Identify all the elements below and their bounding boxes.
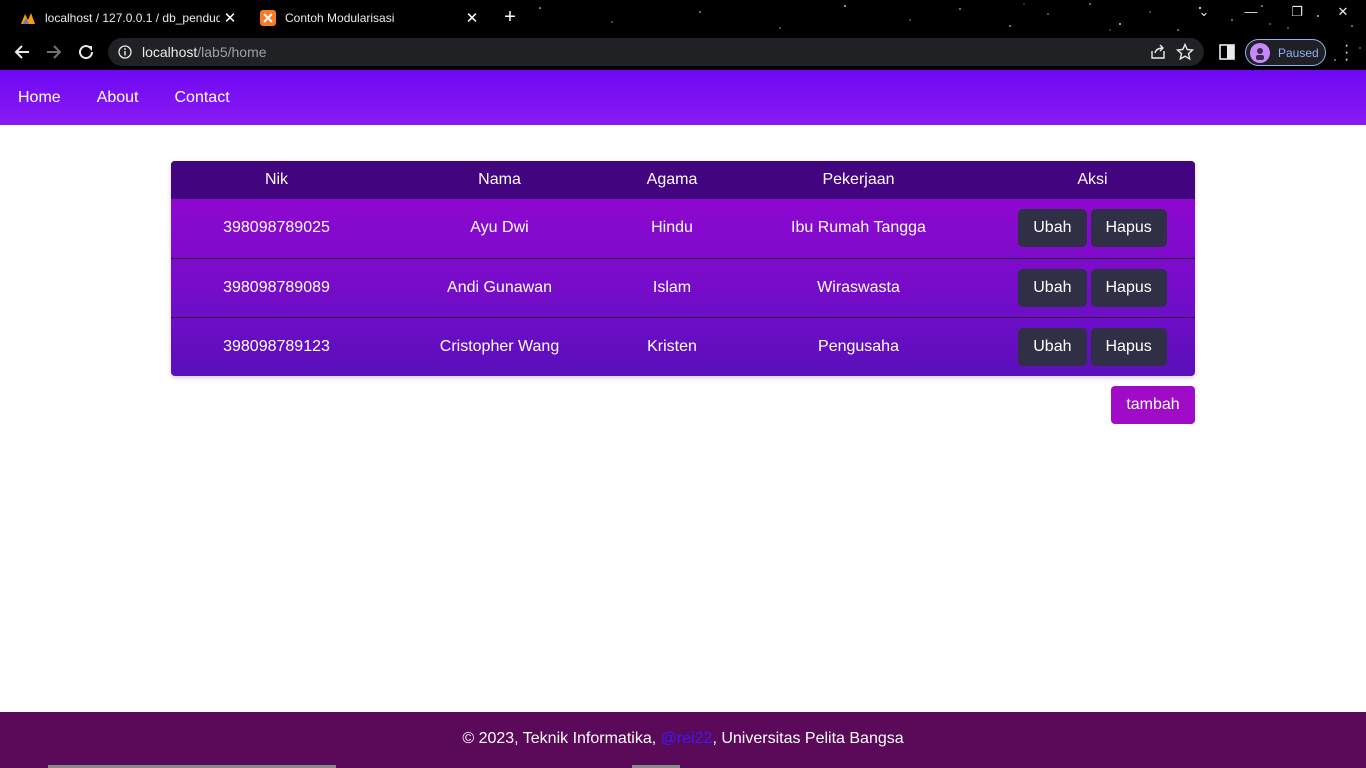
ubah-button[interactable]: Ubah <box>1018 268 1087 307</box>
nav-link-home[interactable]: Home <box>18 89 61 107</box>
ubah-button[interactable]: Ubah <box>1018 209 1087 248</box>
side-panel-icon[interactable] <box>1219 44 1235 60</box>
profile-button[interactable]: Paused <box>1245 39 1326 66</box>
hapus-button[interactable]: Hapus <box>1090 209 1167 248</box>
phpmyadmin-icon <box>21 13 35 24</box>
ubah-button[interactable]: Ubah <box>1018 327 1087 366</box>
browser-chrome: localhost / 127.0.0.1 / db_penduduk ✕ Co… <box>0 0 1366 70</box>
reload-icon[interactable] <box>74 40 98 64</box>
cell-aksi: Ubah Hapus <box>990 199 1195 258</box>
footer: © 2023, Teknik Informatika, @rei22, Univ… <box>0 712 1366 768</box>
cell-nik: 398098789025 <box>223 219 330 237</box>
cell-pekerjaan: Ibu Rumah Tangga <box>791 219 926 237</box>
column-header-aksi: Aksi <box>1077 171 1108 188</box>
hapus-button[interactable]: Hapus <box>1090 268 1167 307</box>
browser-menu-icon[interactable]: · · · <box>1344 38 1350 68</box>
tab-phpmyadmin[interactable]: localhost / 127.0.0.1 / db_penduduk ✕ <box>12 4 242 32</box>
window-close-icon[interactable]: ✕ <box>1331 4 1355 20</box>
table-row: 398098789025 Ayu Dwi Hindu Ibu Rumah Tan… <box>171 199 1195 258</box>
site-info-icon[interactable] <box>118 45 132 59</box>
hapus-button[interactable]: Hapus <box>1090 327 1167 366</box>
footer-handle: @rei22 <box>660 730 713 747</box>
minimize-icon[interactable]: — <box>1239 4 1263 19</box>
table-row: 398098789089 Andi Gunawan Islam Wiraswas… <box>171 258 1195 317</box>
column-header-nik: Nik <box>264 171 289 188</box>
forward-arrow-icon[interactable] <box>42 40 66 64</box>
cell-agama: Islam <box>652 278 692 296</box>
tab-title: Contoh Modularisasi <box>285 11 395 25</box>
tab-contoh-modularisasi[interactable]: Contoh Modularisasi ✕ <box>252 4 484 32</box>
cell-agama: Kristen <box>647 337 697 355</box>
column-header-pekerjaan: Pekerjaan <box>822 171 895 188</box>
table-header-row: Nik Nama Agama Pekerjaan Aksi <box>171 161 1195 199</box>
close-tab-icon[interactable]: ✕ <box>220 9 240 27</box>
tambah-button[interactable]: tambah <box>1111 386 1195 424</box>
column-header-agama: Agama <box>646 171 698 188</box>
tab-title: localhost / 127.0.0.1 / db_penduduk <box>45 11 220 25</box>
cell-nik: 398098789089 <box>223 278 330 296</box>
cell-nama: Cristopher Wang <box>439 337 560 355</box>
column-header-nama: Nama <box>478 171 521 188</box>
navbar: Home About Contact <box>0 70 1366 125</box>
cell-pekerjaan: Pengusaha <box>818 337 899 355</box>
profile-label: Paused <box>1278 45 1319 60</box>
table-row: 398098789123 Cristopher Wang Kristen Pen… <box>171 317 1195 376</box>
cell-aksi: Ubah Hapus <box>990 258 1195 317</box>
footer-prefix: © 2023, Teknik Informatika, <box>462 730 661 747</box>
cell-nama: Andi Gunawan <box>447 278 552 296</box>
cell-pekerjaan: Wiraswasta <box>817 278 900 296</box>
penduduk-table-container: Nik Nama Agama Pekerjaan Aksi 3980987890… <box>171 161 1195 376</box>
url-path: /lab5/home <box>197 44 267 60</box>
restore-icon[interactable]: ❐ <box>1285 4 1309 20</box>
url-host: localhost <box>142 44 198 60</box>
avatar-icon <box>1250 42 1270 63</box>
xampp-icon <box>260 10 276 26</box>
new-tab-icon[interactable]: + <box>499 6 521 28</box>
footer-suffix: , Universitas Pelita Bangsa <box>712 730 904 747</box>
nav-link-about[interactable]: About <box>97 89 139 107</box>
cell-nama: Ayu Dwi <box>470 219 529 237</box>
tab-search-chevron-icon[interactable]: ⌄ <box>1192 4 1216 20</box>
cell-nik: 398098789123 <box>223 337 330 355</box>
share-icon[interactable] <box>1150 44 1166 60</box>
close-tab-icon[interactable]: ✕ <box>462 9 482 27</box>
nav-link-contact[interactable]: Contact <box>175 89 230 107</box>
cell-aksi: Ubah Hapus <box>990 317 1195 376</box>
penduduk-table: Nik Nama Agama Pekerjaan Aksi 3980987890… <box>171 161 1195 376</box>
address-bar[interactable]: localhost/lab5/home <box>108 38 1204 66</box>
url-text[interactable]: localhost/lab5/home <box>142 44 267 60</box>
back-arrow-icon[interactable] <box>10 40 34 64</box>
cell-agama: Hindu <box>651 219 693 237</box>
bookmark-star-icon[interactable] <box>1176 43 1194 61</box>
